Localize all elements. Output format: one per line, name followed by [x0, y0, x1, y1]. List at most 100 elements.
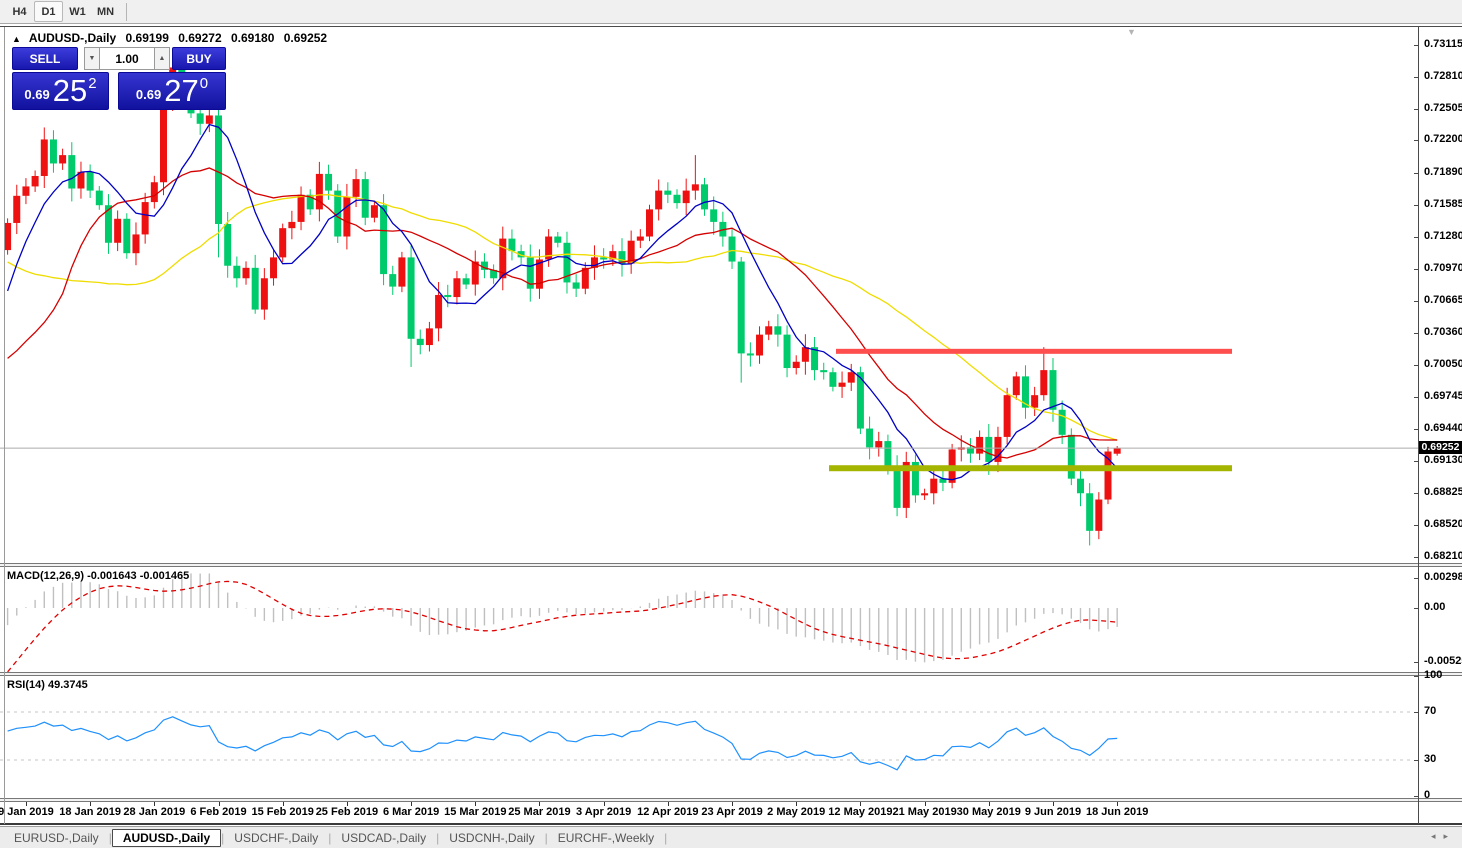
timeframe-button-w1[interactable]: W1	[64, 2, 91, 21]
date-axis-tick	[668, 802, 669, 806]
timeframe-button-h4[interactable]: H4	[6, 2, 33, 21]
macd-axis-tick	[1414, 578, 1418, 579]
sell-price-pip: 2	[88, 75, 96, 92]
rsi-axis-label: 70	[1424, 705, 1462, 717]
sell-price[interactable]: 0.69 25 2	[12, 72, 109, 110]
price-axis-tick	[1414, 333, 1418, 334]
buy-button[interactable]: BUY	[172, 47, 226, 70]
window-bottom-border	[0, 823, 1462, 825]
chart-tab-usdcnh[interactable]: USDCNH-,Daily	[439, 830, 544, 846]
macd-pane[interactable]	[0, 567, 1462, 672]
date-axis-label: 18 Jun 2019	[1086, 806, 1148, 818]
date-axis-tick	[539, 802, 540, 806]
macd-indicator-label: MACD(12,26,9) -0.001643 -0.001465	[7, 570, 189, 582]
date-axis-tick	[604, 802, 605, 806]
macd-axis-label: 0.002984	[1424, 571, 1462, 583]
price-axis-label: 0.70050	[1424, 358, 1462, 370]
date-axis-label: 21 May 2019	[892, 806, 956, 818]
tab-scroll-arrows[interactable]: ◂▸	[1431, 831, 1456, 842]
date-axis-label: 2 May 2019	[767, 806, 825, 818]
date-axis-label: 6 Feb 2019	[190, 806, 246, 818]
price-axis-label: 0.69130	[1424, 454, 1462, 466]
price-axis-tick	[1414, 173, 1418, 174]
chart-shift-marker-icon[interactable]: ▼	[1127, 27, 1136, 37]
ohlc-close: 0.69252	[284, 31, 327, 45]
timeframe-button-d1[interactable]: D1	[34, 1, 63, 22]
price-axis-tick	[1414, 397, 1418, 398]
chart-tab-usdcad[interactable]: USDCAD-,Daily	[331, 830, 436, 846]
timeframe-button-mn[interactable]: MN	[92, 2, 119, 21]
ohlc-low: 0.69180	[231, 31, 274, 45]
date-axis-tick	[283, 802, 284, 806]
rsi-indicator-label: RSI(14) 49.3745	[7, 679, 88, 691]
volume-decrease-button[interactable]: ▼	[84, 47, 100, 70]
price-axis-label: 0.71585	[1424, 198, 1462, 210]
price-axis-label: 0.70360	[1424, 326, 1462, 338]
rsi-axis-label: 0	[1424, 789, 1462, 801]
buy-price-pip: 0	[200, 75, 208, 92]
price-axis-tick	[1414, 301, 1418, 302]
date-axis-tick	[1053, 802, 1054, 806]
rsi-pane[interactable]	[0, 676, 1462, 799]
chart-tab-audusd[interactable]: AUDUSD-,Daily	[112, 829, 221, 847]
price-axis-label: 0.70665	[1424, 294, 1462, 306]
price-axis-tick	[1414, 429, 1418, 430]
toolbar-separator	[126, 3, 127, 21]
chart-tab-eurchf[interactable]: EURCHF-,Weekly	[548, 830, 664, 846]
date-axis-label: 12 Apr 2019	[637, 806, 698, 818]
buy-price-big: 27	[164, 76, 198, 106]
price-axis-label: 0.69745	[1424, 390, 1462, 402]
price-axis-tick	[1414, 45, 1418, 46]
chart-tab-eurusd[interactable]: EURUSD-,Daily	[4, 830, 109, 846]
window-left-border	[4, 27, 5, 824]
macd-value-signal: -0.001465	[140, 570, 190, 582]
rsi-axis-label: 30	[1424, 753, 1462, 765]
date-axis-label: 25 Mar 2019	[508, 806, 570, 818]
rsi-axis-tick	[1414, 712, 1418, 713]
date-axis-tick	[1117, 802, 1118, 806]
buy-price[interactable]: 0.69 27 0	[118, 72, 226, 110]
price-axis-tick	[1414, 109, 1418, 110]
price-axis-tick	[1414, 269, 1418, 270]
price-axis-label: 0.72505	[1424, 102, 1462, 114]
ohlc-high: 0.69272	[178, 31, 221, 45]
sell-button[interactable]: SELL	[12, 47, 78, 70]
tab-separator: |	[664, 831, 667, 845]
chart-tabs-bar: EURUSD-,Daily|AUDUSD-,Daily|USDCHF-,Dail…	[0, 826, 1462, 848]
price-axis-tick	[1414, 140, 1418, 141]
price-axis-label: 0.73115	[1424, 38, 1462, 50]
rsi-axis-tick	[1414, 760, 1418, 761]
chart-tab-usdchf[interactable]: USDCHF-,Daily	[224, 830, 328, 846]
pane-splitter-macd[interactable]	[0, 563, 1462, 567]
price-axis-tick	[1414, 237, 1418, 238]
date-axis-tick	[925, 802, 926, 806]
date-axis-label: 23 Apr 2019	[701, 806, 762, 818]
date-axis-label: 28 Jan 2019	[123, 806, 185, 818]
price-axis-tick	[1414, 493, 1418, 494]
symbol-marker-icon: ▲	[12, 34, 21, 44]
symbol-ohlc-header: ▲ AUDUSD-,Daily 0.69199 0.69272 0.69180 …	[12, 31, 333, 45]
price-axis-tick	[1414, 525, 1418, 526]
date-axis-label: 3 Apr 2019	[576, 806, 631, 818]
date-axis-tick	[732, 802, 733, 806]
date-axis-tick	[860, 802, 861, 806]
price-axis-tick	[1414, 205, 1418, 206]
volume-increase-button[interactable]: ▲	[154, 47, 170, 70]
date-axis-tick	[219, 802, 220, 806]
pane-splitter-rsi[interactable]	[0, 672, 1462, 676]
date-axis-tick	[154, 802, 155, 806]
tab-scroll-left-icon: ◂	[1431, 831, 1444, 841]
date-axis-label: 9 Jun 2019	[1025, 806, 1081, 818]
macd-axis-label: -0.005256	[1424, 655, 1462, 667]
buy-price-prefix: 0.69	[136, 87, 161, 102]
sell-price-prefix: 0.69	[24, 87, 49, 102]
price-axis-label: 0.72810	[1424, 70, 1462, 82]
price-axis-label: 0.71890	[1424, 166, 1462, 178]
rsi-axis-label: 100	[1424, 669, 1462, 681]
price-axis-label: 0.71280	[1424, 230, 1462, 242]
volume-input[interactable]	[100, 47, 154, 70]
date-axis-tick	[989, 802, 990, 806]
price-axis-label: 0.69440	[1424, 422, 1462, 434]
price-axis-line	[1418, 27, 1419, 824]
price-axis-label: 0.68520	[1424, 518, 1462, 530]
